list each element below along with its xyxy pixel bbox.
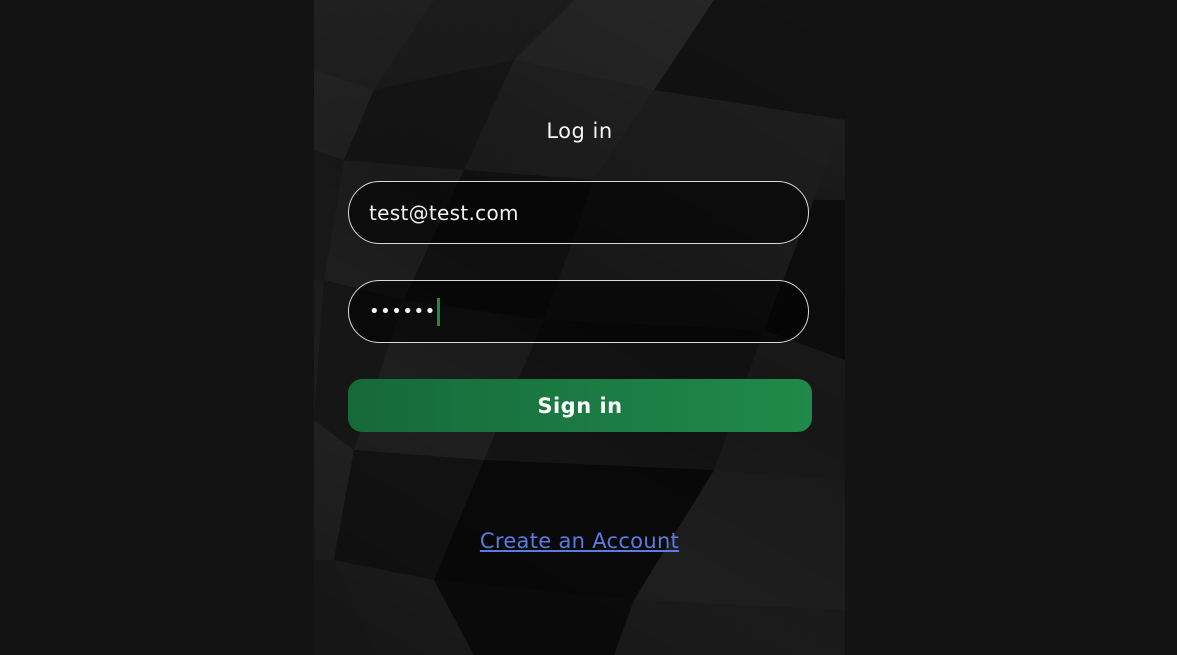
sign-in-button[interactable]: Sign in bbox=[348, 379, 812, 432]
email-field[interactable]: test@test.com bbox=[348, 181, 809, 244]
login-panel: Log in test@test.com •••••• Sign in Crea… bbox=[314, 0, 845, 655]
text-caret bbox=[436, 297, 440, 326]
password-field[interactable]: •••••• bbox=[348, 280, 809, 343]
password-value: •••••• bbox=[369, 301, 436, 322]
email-value: test@test.com bbox=[369, 200, 519, 225]
page: Log in test@test.com •••••• Sign in Crea… bbox=[0, 0, 1177, 655]
create-account-link[interactable]: Create an Account bbox=[314, 529, 845, 553]
login-title: Log in bbox=[546, 119, 613, 143]
